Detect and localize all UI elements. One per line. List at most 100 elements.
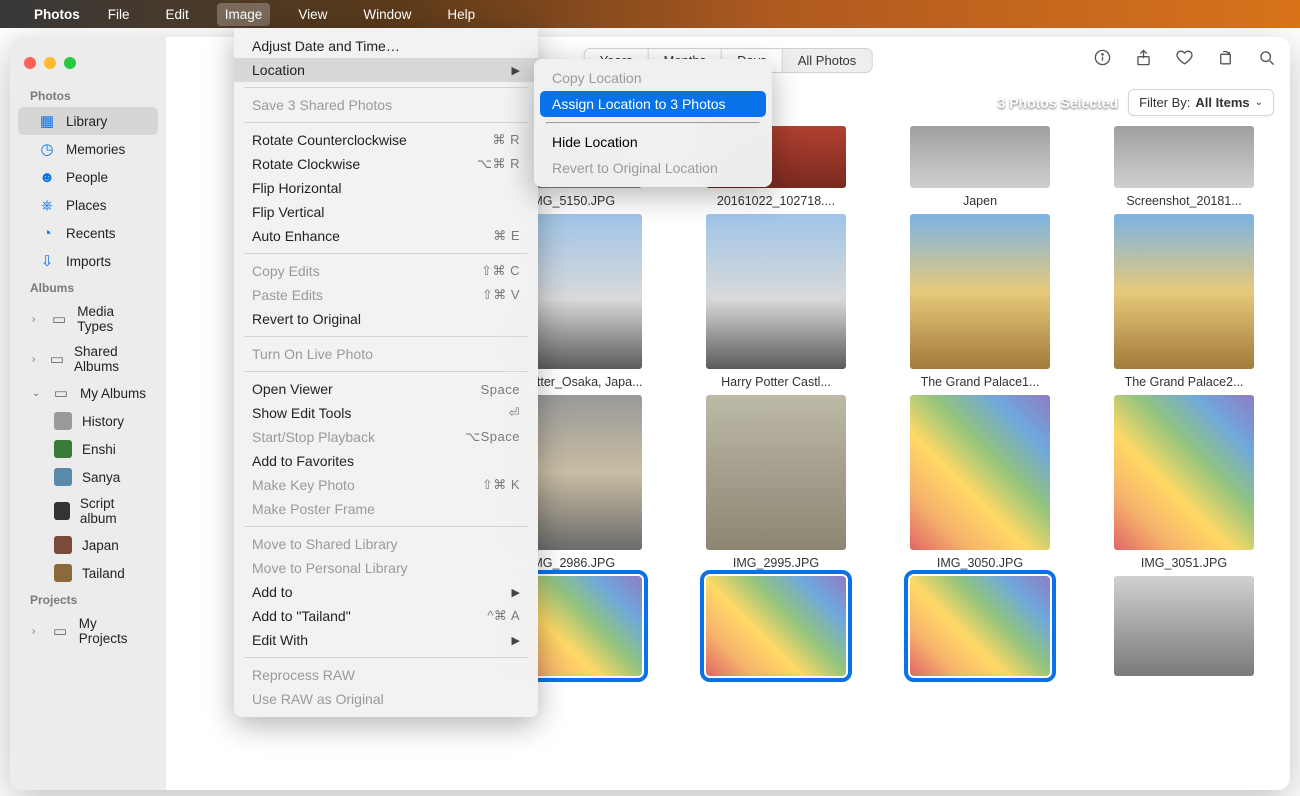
- menu-copy-edits: Copy Edits⇧⌘ C: [234, 259, 538, 283]
- menu-auto-enhance[interactable]: Auto Enhance⌘ E: [234, 224, 538, 248]
- sidebar-item-people[interactable]: ☻People: [18, 163, 158, 191]
- folder-icon: ▭: [50, 350, 64, 368]
- toolbar-icons: [1093, 48, 1276, 72]
- photo-cell[interactable]: IMG_3050.JPG: [890, 395, 1070, 570]
- menu-move-shared: Move to Shared Library: [234, 532, 538, 556]
- photo-thumb[interactable]: [706, 214, 846, 369]
- sidebar-album-history[interactable]: History: [18, 407, 158, 435]
- menubar: Photos File Edit Image View Window Help: [0, 0, 1300, 28]
- photo-thumb[interactable]: [1114, 214, 1254, 369]
- menu-flip-h[interactable]: Flip Horizontal: [234, 176, 538, 200]
- menu-view[interactable]: View: [290, 3, 335, 26]
- photo-thumb[interactable]: [910, 126, 1050, 188]
- photo-caption: The Grand Palace1...: [895, 375, 1065, 389]
- menu-rotate-ccw[interactable]: Rotate Counterclockwise⌘ R: [234, 128, 538, 152]
- photo-thumb[interactable]: [910, 395, 1050, 550]
- sidebar-item-imports[interactable]: ⇩Imports: [18, 247, 158, 275]
- sidebar-item-places[interactable]: ⎈Places: [18, 191, 158, 219]
- photo-caption: IMG_3050.JPG: [895, 556, 1065, 570]
- sidebar-album-tailand[interactable]: Tailand: [18, 559, 158, 587]
- menu-help[interactable]: Help: [439, 3, 483, 26]
- segment-all-photos[interactable]: All Photos: [783, 49, 872, 72]
- menu-file[interactable]: File: [100, 3, 138, 26]
- rotate-icon[interactable]: [1216, 48, 1235, 72]
- menu-edit[interactable]: Edit: [158, 3, 197, 26]
- memories-icon: ◷: [38, 140, 56, 158]
- sidebar-album-sanya[interactable]: Sanya: [18, 463, 158, 491]
- chevron-right-icon: ›: [32, 314, 41, 325]
- photo-cell[interactable]: [1094, 576, 1274, 682]
- photo-cell[interactable]: [890, 576, 1070, 682]
- menu-move-personal: Move to Personal Library: [234, 556, 538, 580]
- menu-add-favorites[interactable]: Add to Favorites: [234, 449, 538, 473]
- photo-cell[interactable]: Harry Potter Castl...: [686, 214, 866, 389]
- photo-thumb[interactable]: [1114, 576, 1254, 676]
- location-submenu: Copy Location Assign Location to 3 Photo…: [534, 59, 772, 187]
- menu-image[interactable]: Image: [217, 3, 271, 26]
- photo-cell[interactable]: [686, 576, 866, 682]
- album-thumb: [54, 564, 72, 582]
- photo-thumb[interactable]: [706, 395, 846, 550]
- menu-revert-original[interactable]: Revert to Original: [234, 307, 538, 331]
- recents-icon: ◔: [38, 224, 56, 242]
- photo-thumb[interactable]: [910, 576, 1050, 676]
- menu-open-viewer[interactable]: Open ViewerSpace: [234, 377, 538, 401]
- sidebar-album-japan[interactable]: Japan: [18, 531, 158, 559]
- sidebar-item-recents[interactable]: ◔Recents: [18, 219, 158, 247]
- sidebar-item-library[interactable]: ▦Library: [18, 107, 158, 135]
- search-icon[interactable]: [1257, 48, 1276, 72]
- photo-caption: Screenshot_20181...: [1099, 194, 1269, 208]
- menu-add-to[interactable]: Add to▶: [234, 580, 538, 604]
- photo-cell[interactable]: IMG_2995.JPG: [686, 395, 866, 570]
- sidebar-item-my-projects[interactable]: ›▭My Projects: [18, 611, 158, 651]
- menu-window[interactable]: Window: [355, 3, 419, 26]
- photo-cell[interactable]: The Grand Palace2...: [1094, 214, 1274, 389]
- photo-thumb[interactable]: [1114, 395, 1254, 550]
- menu-use-raw: Use RAW as Original: [234, 687, 538, 711]
- library-icon: ▦: [38, 112, 56, 130]
- app-name[interactable]: Photos: [34, 7, 80, 22]
- photo-cell[interactable]: Japen: [890, 126, 1070, 208]
- photo-cell[interactable]: Screenshot_20181...: [1094, 126, 1274, 208]
- album-thumb: [54, 502, 70, 520]
- info-icon[interactable]: [1093, 48, 1112, 72]
- sidebar-header-projects: Projects: [10, 587, 166, 611]
- photo-thumb[interactable]: [1114, 126, 1254, 188]
- menu-location[interactable]: Location▶: [234, 58, 538, 82]
- sidebar-item-memories[interactable]: ◷Memories: [18, 135, 158, 163]
- minimize-button[interactable]: [44, 57, 56, 69]
- menu-playback: Start/Stop Playback⌥Space: [234, 425, 538, 449]
- album-thumb: [54, 412, 72, 430]
- sidebar-item-media-types[interactable]: ›▭Media Types: [18, 299, 158, 339]
- photo-cell[interactable]: IMG_3051.JPG: [1094, 395, 1274, 570]
- menu-add-to-tailand[interactable]: Add to "Tailand"^⌘ A: [234, 604, 538, 628]
- favorite-icon[interactable]: [1175, 48, 1194, 72]
- submenu-revert-location: Revert to Original Location: [540, 155, 766, 181]
- chevron-right-icon: ›: [32, 354, 40, 365]
- menu-flip-v[interactable]: Flip Vertical: [234, 200, 538, 224]
- zoom-button[interactable]: [64, 57, 76, 69]
- sidebar-album-enshi[interactable]: Enshi: [18, 435, 158, 463]
- photo-cell[interactable]: The Grand Palace1...: [890, 214, 1070, 389]
- photo-thumb[interactable]: [706, 576, 846, 676]
- submenu-assign-location[interactable]: Assign Location to 3 Photos: [540, 91, 766, 117]
- menu-rotate-cw[interactable]: Rotate Clockwise⌥⌘ R: [234, 152, 538, 176]
- chevron-right-icon: ▶: [512, 634, 520, 647]
- filter-button[interactable]: Filter By: All Items ⌄: [1128, 89, 1274, 116]
- photo-thumb[interactable]: [910, 214, 1050, 369]
- menu-edit-with[interactable]: Edit With▶: [234, 628, 538, 652]
- menu-save-shared: Save 3 Shared Photos: [234, 93, 538, 117]
- submenu-hide-location[interactable]: Hide Location: [540, 129, 766, 155]
- close-button[interactable]: [24, 57, 36, 69]
- menu-adjust-date[interactable]: Adjust Date and Time…: [234, 34, 538, 58]
- sidebar-album-script[interactable]: Script album: [18, 491, 158, 531]
- share-icon[interactable]: [1134, 48, 1153, 72]
- sidebar-header-photos: Photos: [10, 83, 166, 107]
- sidebar-item-my-albums[interactable]: ⌄▭My Albums: [18, 379, 158, 407]
- image-menu: Adjust Date and Time… Location▶ Save 3 S…: [234, 28, 538, 717]
- photo-caption: 20161022_102718....: [691, 194, 861, 208]
- menu-show-edit-tools[interactable]: Show Edit Tools⏎: [234, 401, 538, 425]
- folder-icon: ▭: [52, 622, 69, 640]
- people-icon: ☻: [38, 168, 56, 186]
- sidebar-item-shared-albums[interactable]: ›▭Shared Albums: [18, 339, 158, 379]
